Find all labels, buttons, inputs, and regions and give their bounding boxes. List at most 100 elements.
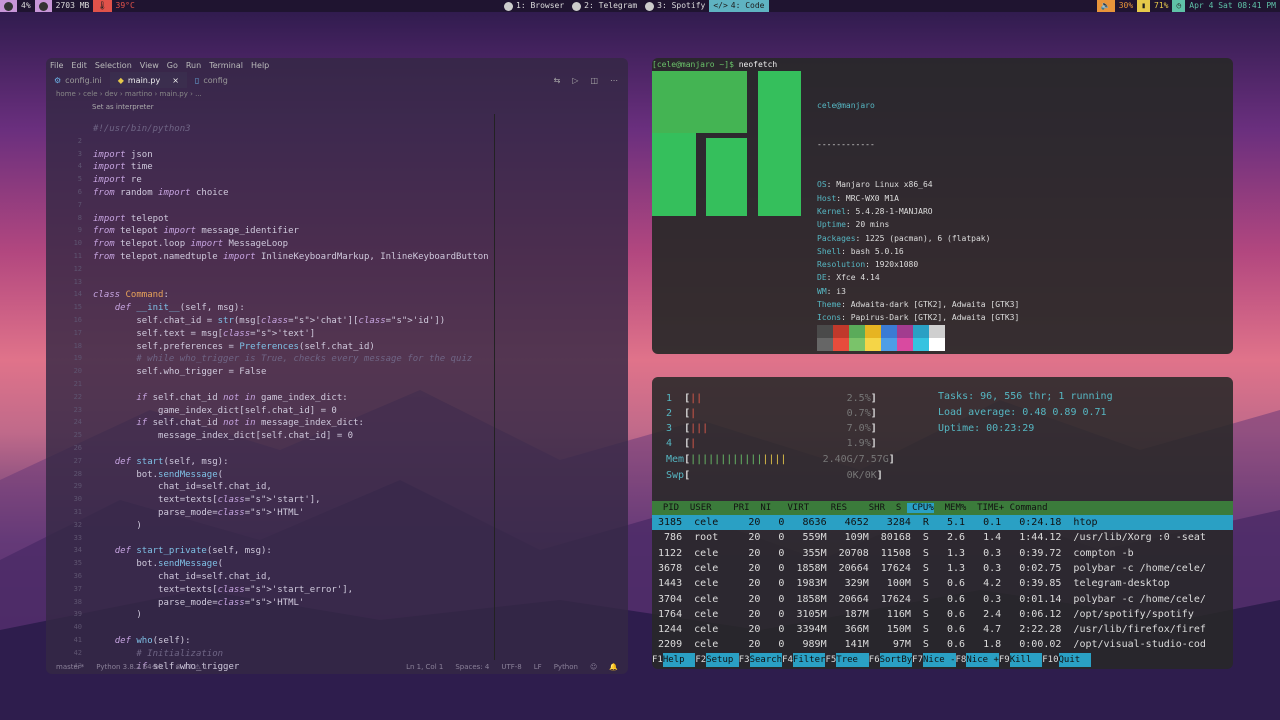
code-line[interactable]: class Command:	[93, 290, 169, 300]
code-line[interactable]: if self.chat_id not in game_index_dict:	[93, 393, 347, 403]
problems-status[interactable]: ⊗ 14 ⚠ 1	[175, 663, 207, 671]
code-line[interactable]: bot.sendMessage(	[93, 470, 223, 480]
code-line[interactable]: self.preferences = Preferences(self.chat…	[93, 342, 374, 352]
neofetch-terminal[interactable]: [cele@manjaro ~]$ neofetch cele@manjaro …	[652, 58, 1233, 354]
code-line[interactable]: def start(self, msg):	[93, 457, 229, 467]
menu-run[interactable]: Run	[186, 61, 201, 70]
code-line[interactable]: text=texts[class="s">'start_error'],	[93, 585, 353, 595]
function-key-label[interactable]: Nice +	[966, 653, 999, 667]
code-line[interactable]: self.chat_id = str(msg[class="s">'chat']…	[93, 316, 445, 326]
tab-main-py[interactable]: ◆ main.py ×	[109, 72, 187, 88]
code-line[interactable]: from random import choice	[93, 188, 229, 198]
cpu-indicator[interactable]	[0, 0, 17, 12]
code-line[interactable]: import telepot	[93, 214, 169, 224]
code-line[interactable]: def __init__(self, msg):	[93, 303, 245, 313]
split-editor-icon[interactable]: ◫	[590, 76, 598, 85]
menu-selection[interactable]: Selection	[95, 61, 132, 70]
function-key-label[interactable]: Filter	[792, 653, 826, 667]
volume-indicator[interactable]: 🔈	[1096, 0, 1115, 12]
code-line[interactable]: if self.chat_id not in message_index_dic…	[93, 418, 364, 428]
process-row[interactable]: 2209 cele 20 0 989M 141M 97M S 0.6 1.8 0…	[652, 637, 1233, 652]
code-line[interactable]: )	[93, 610, 141, 620]
process-row[interactable]: 3704 cele 20 0 1858M 20664 17624 S 0.6 0…	[652, 592, 1233, 607]
code-line[interactable]: import time	[93, 162, 153, 172]
bell-icon[interactable]: 🔔	[609, 663, 618, 671]
menu-help[interactable]: Help	[251, 61, 269, 70]
menu-edit[interactable]: Edit	[71, 61, 87, 70]
process-row[interactable]: 1244 cele 20 0 3394M 366M 150M S 0.6 4.7…	[652, 622, 1233, 637]
tab-config-ini[interactable]: ⚙ config.ini	[46, 72, 110, 88]
code-line[interactable]: bot.sendMessage(	[93, 559, 223, 569]
code-line[interactable]: message_index_dict[self.chat_id] = 0	[93, 431, 353, 441]
cursor-position[interactable]: Ln 1, Col 1	[406, 663, 443, 671]
clock-indicator[interactable]: ◷	[1172, 0, 1186, 12]
temp-indicator[interactable]: 🌡	[93, 0, 112, 12]
process-row[interactable]: 1764 cele 20 0 3105M 187M 116M S 0.6 2.4…	[652, 607, 1233, 622]
function-key-label[interactable]: Nice -	[923, 653, 956, 667]
code-editor[interactable]: #!/usr/bin/python3 2 3 import json 4 import t…	[46, 124, 628, 672]
code-line[interactable]: import json	[93, 150, 153, 160]
code-line[interactable]: chat_id=self.chat_id,	[93, 482, 272, 492]
line-number: 31	[73, 508, 82, 516]
workspace-spotify[interactable]: 3: Spotify	[641, 0, 709, 12]
function-key-label[interactable]: Quit	[1058, 653, 1092, 667]
codelens-hint[interactable]: Set as interpreter	[46, 100, 628, 112]
cpu-meter: 4 [| 1.9%]	[666, 438, 877, 449]
more-icon[interactable]: ⋯	[610, 76, 618, 85]
feedback-icon[interactable]: ☺	[590, 663, 597, 671]
code-line[interactable]: self.who_trigger = False	[93, 367, 266, 377]
encoding[interactable]: UTF-8	[501, 663, 521, 671]
code-line[interactable]: from telepot.loop import MessageLoop	[93, 239, 288, 249]
code-line[interactable]: )	[93, 521, 141, 531]
code-line[interactable]: parse_mode=class="s">'HTML'	[93, 508, 304, 518]
close-icon[interactable]: ×	[172, 76, 179, 85]
workspace-code[interactable]: </> 4: Code	[709, 0, 769, 12]
code-line[interactable]: from telepot import message_identifier	[93, 226, 299, 236]
process-row[interactable]: 786 root 20 0 559M 109M 80168 S 2.6 1.4 …	[652, 530, 1233, 545]
code-line[interactable]: def start_private(self, msg):	[93, 546, 272, 556]
code-line[interactable]: game_index_dict[self.chat_id] = 0	[93, 406, 337, 416]
process-row[interactable]: 1443 cele 20 0 1983M 329M 100M S 0.6 4.2…	[652, 576, 1233, 591]
function-key-label[interactable]: SortBy	[879, 653, 913, 667]
code-line[interactable]: import re	[93, 175, 142, 185]
code-line[interactable]: from telepot.namedtuple import InlineKey…	[93, 252, 489, 262]
code-line[interactable]: self.text = msg[class="s">'text']	[93, 329, 315, 339]
battery-indicator[interactable]: ▮	[1137, 0, 1151, 12]
code-line[interactable]: # while who_trigger is True, checks ever…	[93, 354, 472, 364]
menu-view[interactable]: View	[140, 61, 159, 70]
function-key-label[interactable]: Search	[749, 653, 783, 667]
process-row[interactable]: 3185 cele 20 0 8636 4652 3284 R 5.1 0.1 …	[652, 515, 1233, 530]
language-mode[interactable]: Python	[554, 663, 578, 671]
function-key-label[interactable]: Setup	[706, 653, 739, 667]
code-line[interactable]: text=texts[class="s">'start'],	[93, 495, 321, 505]
function-key-label[interactable]: Tree	[836, 653, 869, 667]
breadcrumb[interactable]: home › cele › dev › martino › main.py › …	[46, 88, 628, 100]
code-line[interactable]: parse_mode=class="s">'HTML'	[93, 598, 304, 608]
run-icon[interactable]: ▷	[572, 76, 578, 85]
process-row[interactable]: 3678 cele 20 0 1858M 20664 17624 S 1.3 0…	[652, 561, 1233, 576]
menu-file[interactable]: File	[50, 61, 63, 70]
code-line[interactable]: #!/usr/bin/python3	[93, 124, 191, 134]
function-key-label[interactable]: Kill	[1009, 653, 1043, 667]
process-row[interactable]: 1122 cele 20 0 355M 20708 11508 S 1.3 0.…	[652, 546, 1233, 561]
file-icon: ▯	[194, 75, 200, 85]
code-line[interactable]: # Initialization	[93, 649, 223, 659]
code-line[interactable]: chat_id=self.chat_id,	[93, 572, 272, 582]
branch-status[interactable]: master*	[56, 663, 84, 671]
info-row: Host: MRC-WX0 M1A	[817, 193, 899, 203]
temp-text: 39°C	[115, 1, 135, 10]
tab-config[interactable]: ▯ config	[187, 72, 236, 88]
workspace-telegram[interactable]: 2: Telegram	[568, 0, 641, 12]
python-interpreter[interactable]: Python 3.8.2 64-bit	[96, 663, 163, 671]
menu-go[interactable]: Go	[167, 61, 178, 70]
htop-terminal[interactable]: 1 [|| 2.5%] 2 [| 0.7%] 3 [||| 7.0%] 4 [| 1.…	[652, 377, 1233, 669]
function-key-label[interactable]: Help	[662, 653, 696, 667]
process-table-header[interactable]: PID USER PRI NI VIRT RES SHR S CPU% MEM%…	[652, 501, 1233, 515]
indentation[interactable]: Spaces: 4	[455, 663, 489, 671]
compare-icon[interactable]: ⇆	[554, 76, 561, 85]
code-line[interactable]: def who(self):	[93, 636, 191, 646]
menu-terminal[interactable]: Terminal	[209, 61, 243, 70]
line-ending[interactable]: LF	[534, 663, 542, 671]
workspace-browser[interactable]: 1: Browser	[500, 0, 568, 12]
ram-indicator[interactable]	[34, 0, 52, 12]
